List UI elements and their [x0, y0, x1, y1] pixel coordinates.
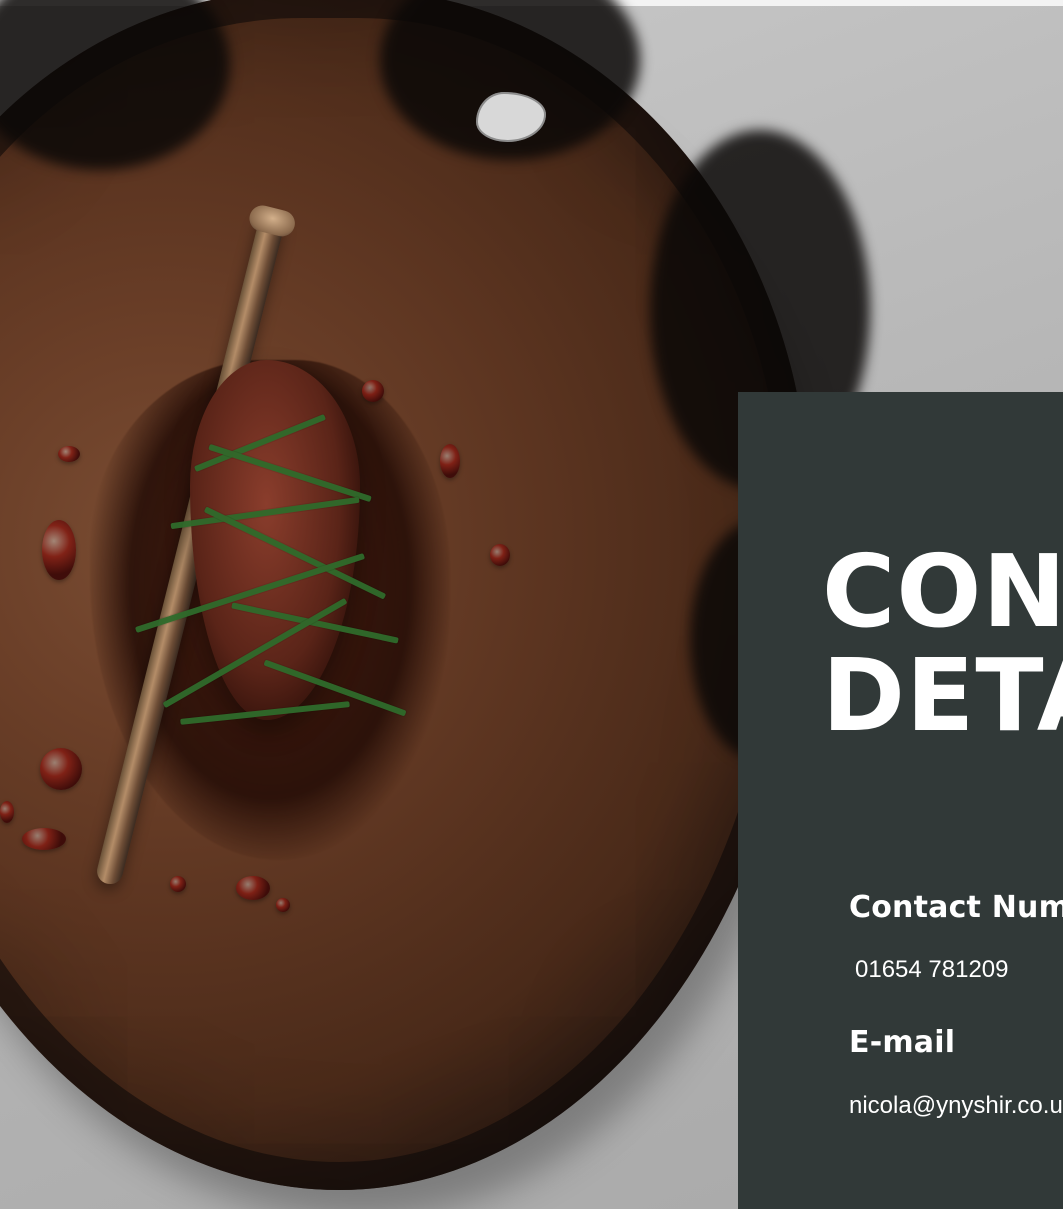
herb-strip — [208, 443, 372, 503]
sauce-droplet — [236, 876, 270, 900]
sauce-droplet — [362, 380, 384, 402]
email-address: nicola@ynyshir.co.uk — [849, 1092, 1063, 1119]
sauce-droplet — [22, 828, 66, 850]
email-label: E-mail — [849, 1025, 956, 1060]
herb-strip — [134, 553, 366, 633]
sauce-droplet — [0, 801, 14, 823]
sauce-droplet — [40, 748, 82, 790]
sauce-droplet — [440, 444, 460, 478]
sauce-droplet — [276, 898, 290, 912]
contact-title-line-1: CONT — [822, 533, 1063, 650]
herb-strip — [180, 701, 350, 725]
phone-label: Contact Number — [849, 890, 1063, 925]
herb-strip — [170, 496, 360, 530]
contact-panel — [738, 392, 1063, 1209]
contact-title: CONT DETA — [822, 540, 1063, 748]
sauce-droplet — [58, 446, 80, 462]
sauce-droplet — [42, 520, 76, 580]
herb-strip — [231, 602, 399, 644]
herb-strip — [203, 506, 387, 600]
sauce-droplet — [170, 876, 186, 892]
contact-details-page: CONT DETA Contact Number 01654 781209 E-… — [0, 0, 1063, 1209]
phone-number: 01654 781209 — [855, 956, 1009, 983]
sauce-droplet — [490, 544, 510, 566]
herb-garnish — [110, 400, 420, 730]
contact-title-line-2: DETA — [822, 637, 1063, 754]
